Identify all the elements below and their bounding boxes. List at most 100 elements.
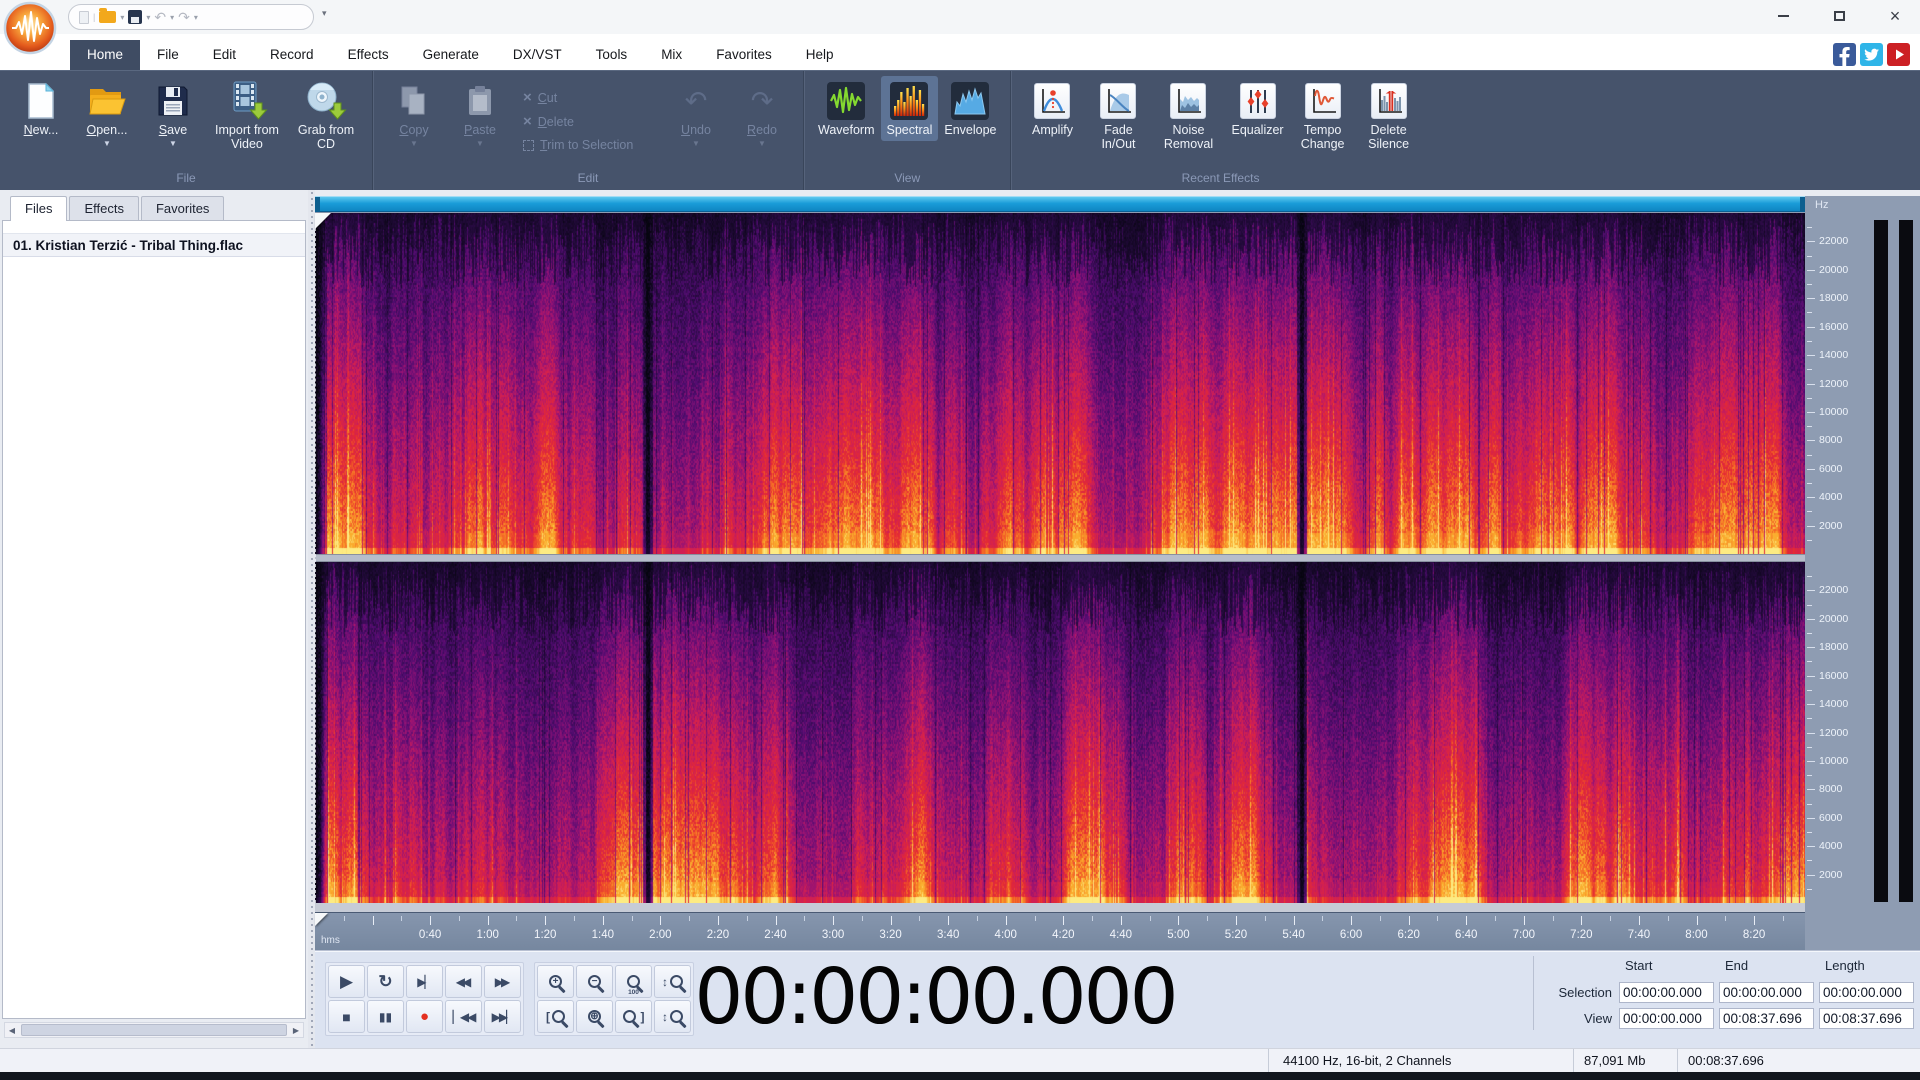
ribbon-group-recent-effects: Amplify Fade In/Out Noise Removal Equali…: [1010, 71, 1429, 190]
menu-tab-effects[interactable]: Effects: [331, 40, 406, 70]
time-ruler[interactable]: 0:401:001:201:402:002:202:403:003:203:40…: [315, 912, 1805, 950]
time-tick-label: 1:20: [534, 929, 556, 941]
paste-button[interactable]: Paste ▼: [447, 76, 513, 151]
hz-tick-label: 6000: [1819, 463, 1842, 475]
spectral-view-button[interactable]: Spectral: [881, 76, 939, 141]
scrollbar-thumb[interactable]: [21, 1024, 287, 1036]
menu-tab-favorites[interactable]: Favorites: [699, 40, 789, 70]
waveform-horizontal-scrollbar[interactable]: [315, 196, 1805, 212]
maximize-button[interactable]: [1824, 5, 1854, 27]
menu-tabs: HomeFileEditRecordEffectsGenerateDX/VSTT…: [70, 40, 850, 70]
ruler-cursor-marker-icon[interactable]: [315, 913, 328, 926]
paste-button-label: Paste: [453, 124, 507, 138]
noise-removal-button[interactable]: Noise Removal: [1151, 76, 1225, 154]
youtube-icon[interactable]: [1887, 43, 1910, 66]
play-button[interactable]: ▶: [328, 965, 365, 998]
hz-tick-label: 8000: [1819, 434, 1842, 446]
hz-tick-label: 2000: [1819, 520, 1842, 532]
selection-end-input[interactable]: [1719, 982, 1814, 1003]
panel-tab-favorites[interactable]: Favorites: [141, 196, 224, 221]
menu-tab-help[interactable]: Help: [789, 40, 851, 70]
menu-tab-tools[interactable]: Tools: [579, 40, 645, 70]
zoom-selection-start-button[interactable]: [: [537, 1000, 574, 1033]
save-icon[interactable]: [128, 10, 142, 24]
tempo-change-button[interactable]: Tempo Change: [1290, 76, 1356, 154]
waveform-view-button[interactable]: Waveform: [812, 76, 881, 141]
facebook-icon[interactable]: [1833, 43, 1856, 66]
hz-tick-label: 4000: [1819, 840, 1842, 852]
hz-tick-label: 20000: [1819, 264, 1848, 276]
new-file-icon[interactable]: [79, 11, 89, 24]
file-list-horizontal-scrollbar[interactable]: ◀ ▶: [4, 1022, 304, 1038]
loop-button[interactable]: ↻: [367, 965, 404, 998]
panel-tab-effects[interactable]: Effects: [69, 196, 139, 221]
grab-from-cd-button[interactable]: Grab from CD: [288, 76, 364, 154]
menu-tab-file[interactable]: File: [140, 40, 196, 70]
trim-to-selection-button[interactable]: Trim to Selection: [523, 138, 653, 152]
copy-button[interactable]: Copy ▼: [381, 76, 447, 151]
import-from-video-button[interactable]: Import from Video: [206, 76, 288, 154]
pause-button[interactable]: ▮▮: [367, 1000, 404, 1033]
envelope-view-button[interactable]: Envelope: [938, 76, 1002, 141]
zoom-out-button[interactable]: −: [576, 965, 613, 998]
play-to-next-button[interactable]: ▶▏: [406, 965, 443, 998]
open-button[interactable]: Open... ▼: [74, 76, 140, 151]
scroll-left-icon[interactable]: ◀: [5, 1026, 19, 1035]
stop-button[interactable]: ■: [328, 1000, 365, 1033]
record-button[interactable]: ●: [406, 1000, 443, 1033]
redo-dropdown-icon[interactable]: ▾: [194, 13, 198, 22]
time-tick-label: 7:00: [1513, 929, 1535, 941]
go-to-end-button[interactable]: ▶▶▏: [484, 1000, 521, 1033]
delete-silence-button[interactable]: Delete Silence: [1356, 76, 1422, 154]
view-end-input[interactable]: [1719, 1008, 1814, 1029]
save-dropdown-icon[interactable]: ▾: [146, 13, 150, 22]
zoom-in-button[interactable]: +: [537, 965, 574, 998]
redo-button[interactable]: ↷ Redo ▼: [729, 76, 795, 151]
menu-tab-edit[interactable]: Edit: [196, 40, 253, 70]
fade-in-out-button[interactable]: Fade In/Out: [1085, 76, 1151, 154]
minimize-button[interactable]: [1768, 5, 1798, 27]
customize-quick-access-icon[interactable]: ▾: [322, 8, 327, 19]
selection-length-input[interactable]: [1819, 982, 1914, 1003]
spectrogram-channel-left[interactable]: [315, 213, 1805, 554]
bottom-control-panel: ▶↻▶▏◀◀▶▶ ■▮▮●▏◀◀▶▶▏ +−100↕ [⊕]↕ 00:00:00…: [315, 950, 1920, 1048]
list-item[interactable]: 01. Kristian Terzić - Tribal Thing.flac: [3, 233, 305, 257]
cut-button[interactable]: ×Cut: [523, 90, 653, 105]
undo-icon[interactable]: ↶: [154, 10, 166, 24]
redo-dropdown-icon: ▼: [758, 140, 766, 148]
view-start-input[interactable]: [1619, 1008, 1714, 1029]
open-folder-icon[interactable]: [99, 11, 116, 23]
open-dropdown-icon[interactable]: ▼: [103, 140, 111, 148]
view-length-input[interactable]: [1819, 1008, 1914, 1029]
hz-tick-label: 14000: [1819, 349, 1848, 361]
delete-button[interactable]: ×Delete: [523, 114, 653, 129]
rewind-button[interactable]: ◀◀: [445, 965, 482, 998]
menu-tab-record[interactable]: Record: [253, 40, 331, 70]
menu-tab-dx-vst[interactable]: DX/VST: [496, 40, 579, 70]
menu-tab-home[interactable]: Home: [70, 40, 140, 70]
zoom-full-button[interactable]: ⊕: [576, 1000, 613, 1033]
equalizer-button[interactable]: Equalizer: [1225, 76, 1289, 141]
undo-dropdown-icon[interactable]: ▾: [170, 13, 174, 22]
twitter-icon[interactable]: [1860, 43, 1883, 66]
scroll-right-icon[interactable]: ▶: [289, 1026, 303, 1035]
panel-splitter[interactable]: [308, 190, 315, 1048]
close-button[interactable]: ×: [1880, 5, 1910, 27]
open-dropdown-icon[interactable]: ▾: [120, 13, 124, 22]
new-button[interactable]: New...: [8, 76, 74, 141]
save-button[interactable]: Save ▼: [140, 76, 206, 151]
selection-start-input[interactable]: [1619, 982, 1714, 1003]
amplify-button[interactable]: Amplify: [1019, 76, 1085, 141]
panel-tab-files[interactable]: Files: [10, 196, 67, 221]
menu-tab-mix[interactable]: Mix: [644, 40, 699, 70]
fast-forward-button[interactable]: ▶▶: [484, 965, 521, 998]
go-to-start-button[interactable]: ▏◀◀: [445, 1000, 482, 1033]
app-logo-icon[interactable]: [3, 1, 57, 55]
menu-tab-generate[interactable]: Generate: [406, 40, 496, 70]
redo-icon[interactable]: ↷: [178, 10, 190, 24]
cursor-marker-icon[interactable]: [315, 213, 331, 229]
undo-button[interactable]: ↶ Undo ▼: [663, 76, 729, 151]
spectrogram-channel-right[interactable]: [315, 562, 1805, 903]
save-dropdown-icon[interactable]: ▼: [169, 140, 177, 148]
delete-silence-icon: [1371, 83, 1407, 119]
